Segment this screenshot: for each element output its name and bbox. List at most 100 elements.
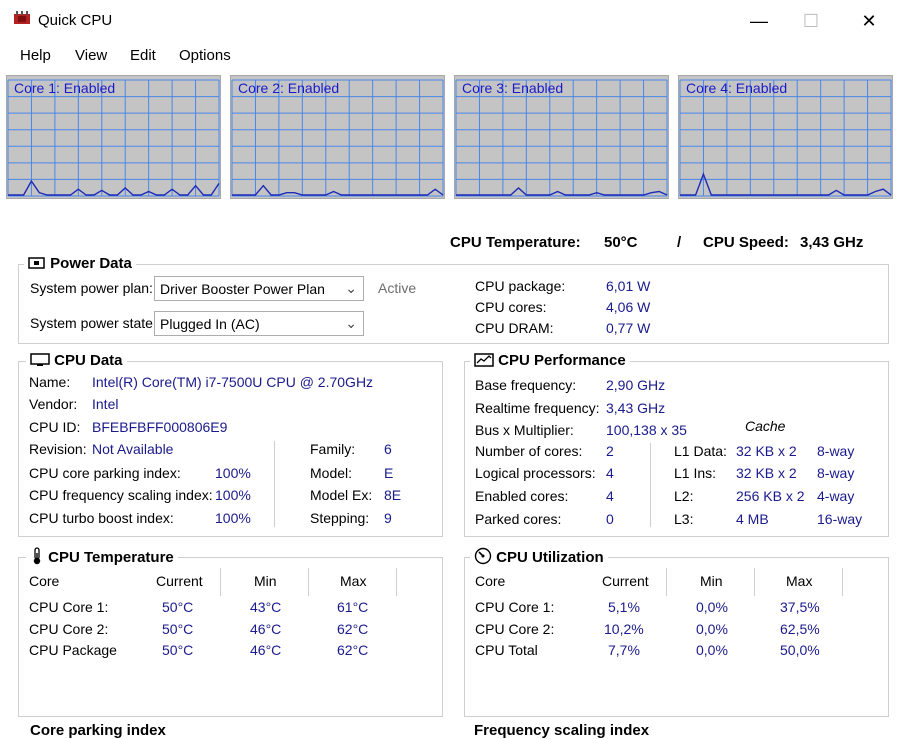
cpu-utilization-group bbox=[464, 557, 889, 717]
core-parking-index-title: Core parking index bbox=[26, 722, 170, 739]
temp-col-divider bbox=[396, 568, 397, 596]
power-data-title-text: Power Data bbox=[50, 255, 132, 272]
cache-l3-level: L3: bbox=[674, 511, 694, 527]
cpu-performance-title: CPU Performance bbox=[470, 352, 630, 369]
cache-l3-size: 4 MB bbox=[736, 511, 769, 527]
gauge-icon bbox=[474, 547, 492, 565]
cache-l1i-size: 32 KB x 2 bbox=[736, 465, 797, 481]
app-chip-icon bbox=[14, 11, 30, 24]
util-row-label: CPU Core 1: bbox=[475, 599, 555, 615]
cpu-name-label: Name: bbox=[29, 374, 71, 390]
monitor-icon bbox=[30, 353, 50, 366]
util-row-max: 62,5% bbox=[780, 621, 820, 637]
power-plan-status: Active bbox=[378, 280, 417, 296]
util-col-divider bbox=[754, 568, 755, 596]
temp-row-min: 43°C bbox=[250, 599, 282, 615]
model-value: E bbox=[384, 465, 394, 481]
cpu-id-label: CPU ID: bbox=[29, 419, 81, 435]
util-row-min: 0,0% bbox=[696, 642, 728, 658]
enabled-cores-label: Enabled cores: bbox=[475, 488, 569, 504]
freq-scaling-value: 100% bbox=[215, 487, 251, 503]
power-plan-dropdown[interactable]: Driver Booster Power Plan ⌄ bbox=[154, 276, 364, 301]
temp-col-max: Max bbox=[340, 573, 367, 589]
power-data-title: Power Data bbox=[24, 255, 136, 272]
cache-l2-level: L2: bbox=[674, 488, 694, 504]
turbo-boost-label: CPU turbo boost index: bbox=[29, 510, 174, 526]
temp-col-min: Min bbox=[254, 573, 277, 589]
core-usage-trace bbox=[456, 187, 668, 196]
util-row-max: 37,5% bbox=[780, 599, 820, 615]
util-row-current: 7,7% bbox=[608, 642, 640, 658]
logical-procs-value: 4 bbox=[606, 465, 614, 481]
temp-row-current: 50°C bbox=[162, 621, 194, 637]
header-speed-label: CPU Speed: bbox=[703, 234, 789, 251]
temp-row-max: 61°C bbox=[337, 599, 369, 615]
stepping-label: Stepping: bbox=[310, 510, 370, 526]
close-button[interactable]: ✕ bbox=[852, 8, 886, 34]
menu-edit[interactable]: Edit bbox=[130, 47, 156, 64]
menu-view[interactable]: View bbox=[75, 47, 107, 64]
package-value: 6,01 W bbox=[606, 278, 651, 294]
cache-l1i-level: L1 Ins: bbox=[674, 465, 717, 481]
model-ex-value: 8E bbox=[384, 487, 402, 503]
window-title: Quick CPU bbox=[38, 12, 113, 29]
cache-divider bbox=[650, 443, 651, 527]
core-graph-2: Core 2: Enabled bbox=[230, 75, 445, 199]
family-value: 6 bbox=[384, 441, 392, 457]
menu-options[interactable]: Options bbox=[179, 47, 231, 64]
cache-l2-size: 256 KB x 2 bbox=[736, 488, 805, 504]
util-row-label: CPU Core 2: bbox=[475, 621, 555, 637]
stepping-value: 9 bbox=[384, 510, 392, 526]
revision-label: Revision: bbox=[29, 441, 87, 457]
header-separator: / bbox=[677, 234, 682, 251]
util-row-max: 50,0% bbox=[780, 642, 820, 658]
power-plan-label: System power plan: bbox=[30, 280, 153, 296]
logical-procs-label: Logical processors: bbox=[475, 465, 596, 481]
cpu-data-divider bbox=[274, 441, 275, 527]
thermometer-icon bbox=[33, 547, 41, 565]
cpu-name-value: Intel(R) Core(TM) i7-7500U CPU @ 2.70GHz bbox=[92, 374, 374, 390]
core-graph-2-label: Core 2: Enabled bbox=[238, 80, 340, 96]
maximize-button[interactable]: ☐ bbox=[794, 8, 828, 34]
cache-title: Cache bbox=[745, 418, 786, 434]
temp-row-label: CPU Package bbox=[29, 642, 117, 658]
util-col-divider bbox=[842, 568, 843, 596]
power-state-dropdown[interactable]: Plugged In (AC) ⌄ bbox=[154, 311, 364, 336]
vendor-label: Vendor: bbox=[29, 396, 78, 412]
temp-row-label: CPU Core 2: bbox=[29, 621, 109, 637]
minimize-button[interactable]: — bbox=[742, 8, 776, 34]
cpu-id-value: BFEBFBFF000806E9 bbox=[92, 419, 228, 435]
header-speed-value: 3,43 GHz bbox=[800, 234, 864, 251]
bus-multiplier-value: 100,138 x 35 bbox=[606, 422, 687, 438]
core-graph-4: Core 4: Enabled bbox=[678, 75, 893, 199]
chevron-down-icon: ⌄ bbox=[345, 315, 357, 331]
power-state-value: Plugged In (AC) bbox=[160, 316, 260, 332]
core-graph-1: Core 1: Enabled bbox=[6, 75, 221, 199]
model-ex-label: Model Ex: bbox=[310, 487, 373, 503]
temp-col-core: Core bbox=[29, 573, 60, 589]
cache-l3-assoc: 16-way bbox=[817, 511, 863, 527]
core-usage-trace bbox=[8, 179, 220, 196]
parking-index-value: 100% bbox=[215, 465, 251, 481]
power-state-label: System power state: bbox=[30, 315, 157, 331]
core-usage-trace bbox=[232, 184, 444, 196]
cpu-utilization-title-text: CPU Utilization bbox=[496, 549, 604, 566]
temp-col-current: Current bbox=[156, 573, 203, 589]
cpu-temperature-title-text: CPU Temperature bbox=[48, 549, 174, 566]
battery-icon bbox=[28, 257, 45, 269]
menu-help[interactable]: Help bbox=[20, 47, 51, 64]
cpu-data-title: CPU Data bbox=[26, 352, 127, 369]
header-temp-label: CPU Temperature: bbox=[450, 234, 581, 251]
util-row-current: 10,2% bbox=[604, 621, 644, 637]
util-row-label: CPU Total bbox=[475, 642, 538, 658]
performance-chart-icon bbox=[474, 353, 494, 367]
temp-row-max: 62°C bbox=[337, 642, 369, 658]
family-label: Family: bbox=[310, 441, 356, 457]
temp-col-divider bbox=[220, 568, 221, 596]
util-row-current: 5,1% bbox=[608, 599, 640, 615]
util-row-min: 0,0% bbox=[696, 599, 728, 615]
cpu-temperature-title: CPU Temperature bbox=[26, 547, 178, 566]
num-cores-label: Number of cores: bbox=[475, 443, 583, 459]
title-bar: Quick CPU — ☐ ✕ bbox=[0, 0, 904, 42]
util-col-max: Max bbox=[786, 573, 813, 589]
